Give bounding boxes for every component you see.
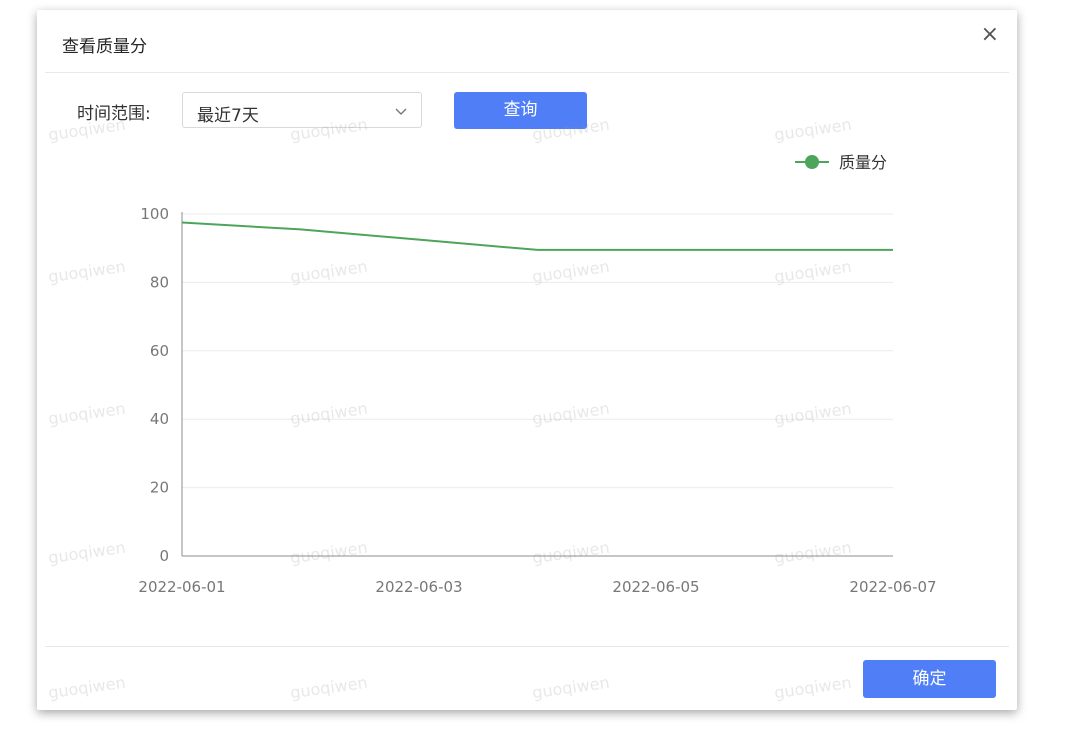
x-tick-label: 2022-06-01 bbox=[138, 578, 225, 596]
y-tick-label: 0 bbox=[159, 547, 169, 565]
x-tick-label: 2022-06-07 bbox=[849, 578, 936, 596]
x-tick-label: 2022-06-03 bbox=[375, 578, 462, 596]
confirm-button[interactable]: 确定 bbox=[863, 660, 996, 698]
legend-dot-marker bbox=[805, 155, 819, 169]
footer-divider bbox=[45, 646, 1009, 647]
x-tick-label: 2022-06-05 bbox=[612, 578, 699, 596]
quality-score-dialog: 查看质量分 × 时间范围: 最近7天 查询 0 20 40 60 80 100 2022-0… bbox=[37, 10, 1017, 710]
y-tick-label: 60 bbox=[150, 342, 169, 360]
legend-label: 质量分 bbox=[839, 153, 887, 172]
quality-score-chart: 0 20 40 60 80 100 2022-06-01 2022-06-03 2022-06-… bbox=[138, 153, 936, 596]
series-line-quality-score bbox=[181, 221, 893, 251]
y-tick-label: 40 bbox=[150, 410, 169, 428]
y-tick-label: 80 bbox=[150, 273, 169, 291]
y-tick-label: 100 bbox=[140, 205, 169, 223]
y-tick-label: 20 bbox=[150, 479, 169, 497]
